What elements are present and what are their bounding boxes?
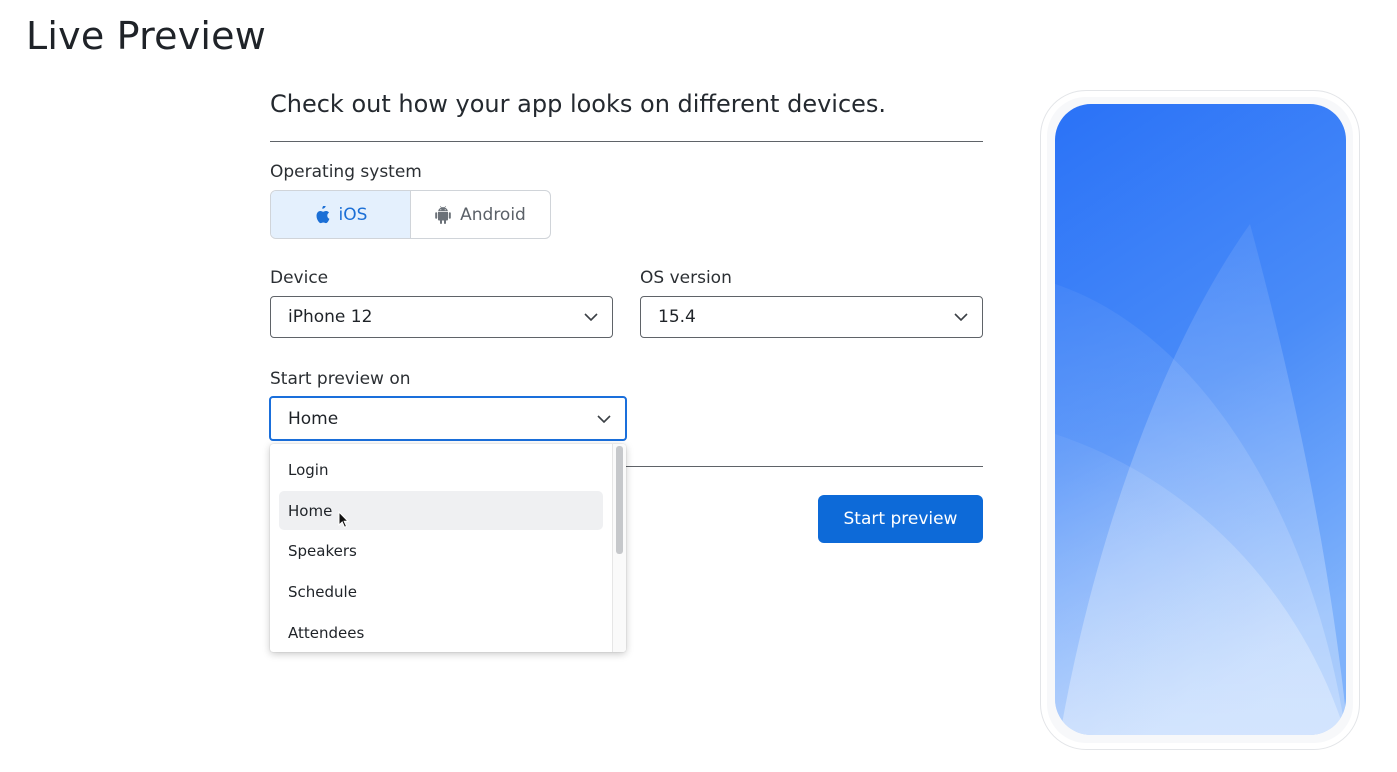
top-divider <box>270 141 983 142</box>
chevron-down-icon <box>584 313 598 321</box>
os-option-android[interactable]: Android <box>411 191 550 238</box>
wallpaper-illustration <box>1055 104 1346 735</box>
phone-screen <box>1055 104 1346 735</box>
start-on-label: Start preview on <box>270 369 411 389</box>
dropdown-option-login[interactable]: Login <box>279 450 603 489</box>
apple-icon <box>314 205 330 224</box>
device-select[interactable]: iPhone 12 <box>270 296 613 338</box>
dropdown-scrollbar-thumb[interactable] <box>616 446 623 554</box>
os-version-select[interactable]: 15.4 <box>640 296 983 338</box>
os-segmented-control: iOS Android <box>270 190 551 239</box>
device-select-value: iPhone 12 <box>288 307 373 327</box>
os-version-label: OS version <box>640 268 732 288</box>
device-label: Device <box>270 268 329 288</box>
chevron-down-icon <box>597 414 611 423</box>
start-on-select[interactable]: Home <box>269 396 627 441</box>
dropdown-option-home[interactable]: Home <box>279 491 603 530</box>
page-title: Live Preview <box>26 14 266 58</box>
os-version-select-value: 15.4 <box>658 307 696 327</box>
os-label: Operating system <box>270 162 422 182</box>
android-icon <box>435 205 451 224</box>
os-option-ios-label: iOS <box>338 204 368 225</box>
dropdown-option-speakers[interactable]: Speakers <box>279 531 603 570</box>
dropdown-option-schedule[interactable]: Schedule <box>279 572 603 611</box>
dropdown-scrollbar[interactable] <box>612 444 626 652</box>
dropdown-option-attendees[interactable]: Attendees <box>279 613 603 652</box>
start-preview-button[interactable]: Start preview <box>818 495 983 543</box>
start-on-select-value: Home <box>288 408 339 429</box>
mouse-pointer-icon <box>338 511 350 528</box>
os-option-ios[interactable]: iOS <box>271 191 411 238</box>
start-on-dropdown-list: Login Home Speakers Schedule Attendees <box>270 444 626 652</box>
chevron-down-icon <box>954 313 968 321</box>
bottom-divider <box>626 466 983 467</box>
os-option-android-label: Android <box>460 204 526 225</box>
intro-text: Check out how your app looks on differen… <box>270 90 887 118</box>
